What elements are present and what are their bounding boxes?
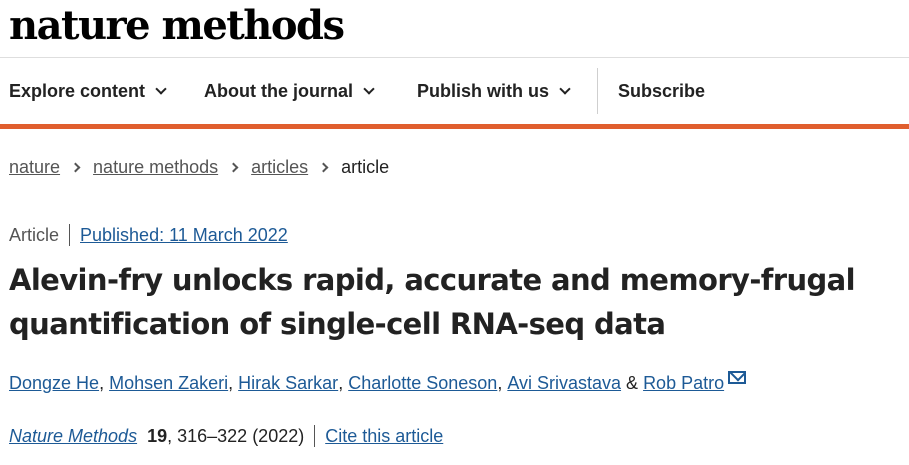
nav-about-journal-label: About the journal	[204, 80, 353, 101]
breadcrumb-nature[interactable]: nature	[9, 157, 60, 178]
breadcrumb-articles[interactable]: articles	[251, 157, 308, 178]
citation-pages: , 316–322 (2022)	[167, 425, 305, 446]
article-meta: Article Published: 11 March 2022	[9, 223, 288, 247]
author-link[interactable]: Avi Srivastava	[507, 373, 621, 394]
nav-publish-with-us[interactable]: Publish with us	[417, 58, 571, 124]
chevron-down-icon	[155, 82, 167, 95]
nav-explore-content[interactable]: Explore content	[9, 58, 167, 124]
meta-divider	[69, 224, 71, 246]
citation-volume: 19	[147, 425, 168, 446]
author-separator: ,	[99, 372, 110, 393]
author-list: Dongze He , Mohsen Zakeri , Hirak Sarkar…	[9, 370, 747, 396]
chevron-right-icon	[228, 162, 239, 172]
author-separator: ,	[338, 372, 349, 393]
citation-divider	[314, 425, 316, 447]
journal-logo[interactable]: nature methods	[9, 2, 345, 50]
author-link[interactable]: Hirak Sarkar	[238, 373, 338, 394]
published-date-link[interactable]: Published: 11 March 2022	[80, 225, 288, 246]
author-link[interactable]: Rob Patro	[643, 373, 724, 394]
breadcrumb-nature-methods[interactable]: nature methods	[93, 157, 218, 178]
breadcrumb-current: article	[341, 156, 390, 177]
author-link[interactable]: Charlotte Soneson	[348, 373, 497, 394]
nav-explore-content-label: Explore content	[9, 80, 146, 101]
nav-subscribe-label: Subscribe	[618, 80, 706, 101]
main-nav: Explore content About the journal Publis…	[0, 58, 909, 124]
author-and: &	[621, 372, 644, 393]
journal-name-link[interactable]: Nature Methods	[9, 426, 137, 447]
mail-icon[interactable]	[728, 370, 747, 384]
cite-this-article-link[interactable]: Cite this article	[325, 426, 443, 447]
breadcrumb: nature nature methods articles article	[9, 155, 389, 179]
article-type: Article	[9, 224, 60, 245]
chevron-right-icon	[70, 162, 81, 172]
chevron-right-icon	[318, 162, 329, 172]
author-separator: ,	[228, 372, 239, 393]
chevron-down-icon	[559, 82, 571, 95]
masthead: nature methods	[0, 0, 909, 58]
author-link[interactable]: Dongze He	[9, 373, 99, 394]
nav-about-journal[interactable]: About the journal	[204, 58, 375, 124]
nav-divider	[597, 68, 598, 114]
author-separator: ,	[497, 372, 508, 393]
chevron-down-icon	[363, 82, 375, 95]
nav-publish-with-us-label: Publish with us	[417, 80, 550, 101]
article-title: Alevin-fry unlocks rapid, accurate and m…	[9, 263, 856, 341]
citation: Nature Methods 19 , 316–322 (2022) Cite …	[9, 424, 443, 448]
nav-accent-bar	[0, 124, 909, 129]
nav-subscribe[interactable]: Subscribe	[618, 58, 705, 124]
author-link[interactable]: Mohsen Zakeri	[109, 373, 228, 394]
